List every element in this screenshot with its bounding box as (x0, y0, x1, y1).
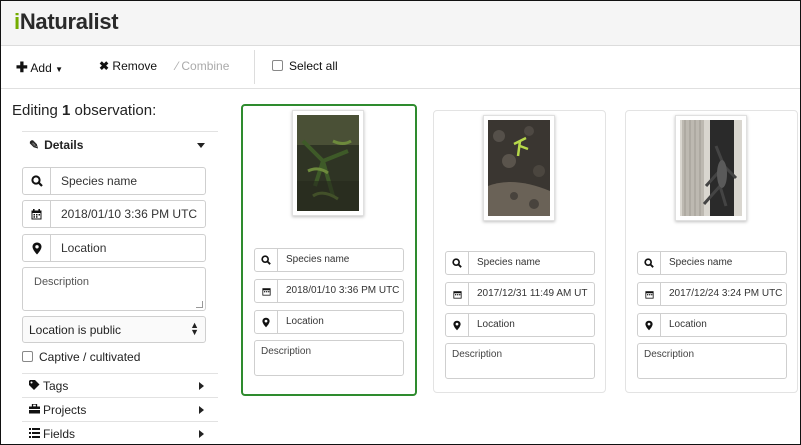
select-arrows-icon: ▲ ▼ (190, 320, 199, 337)
search-icon (255, 249, 278, 271)
details-section-toggle[interactable]: ✎ Details (29, 138, 83, 152)
search-icon (23, 168, 51, 194)
calendar-icon (23, 201, 51, 227)
map-marker-icon (446, 314, 469, 336)
tag-icon (29, 379, 43, 393)
chevron-right-icon[interactable] (199, 382, 204, 390)
description-textarea[interactable]: Description (254, 340, 404, 376)
combine-button[interactable]: ⁄ Combine (176, 59, 229, 73)
editing-heading: Editing 1 observation: (12, 102, 157, 119)
top-bar: iNaturalist (1, 1, 800, 46)
divider (22, 397, 218, 398)
select-all-checkbox[interactable]: Select all (272, 59, 338, 73)
date-input[interactable]: 2017/12/31 11:49 AM UT (445, 282, 595, 306)
observation-photo[interactable] (292, 110, 364, 216)
caret-down-icon: ▼ (55, 65, 64, 74)
species-name-input[interactable]: Species name (22, 167, 206, 195)
divider (22, 421, 218, 422)
toolbar: ✚ Add ▼ ✖ Remove ⁄ Combine Select all (1, 46, 800, 89)
date-input[interactable]: 2017/12/24 3:24 PM UTC (637, 282, 787, 306)
calendar-icon (638, 283, 661, 305)
description-textarea[interactable]: Description (445, 343, 595, 379)
projects-section-toggle[interactable]: Projects (29, 403, 86, 417)
captive-checkbox[interactable]: Captive / cultivated (22, 350, 140, 364)
map-marker-icon (638, 314, 661, 336)
chevron-right-icon[interactable] (199, 406, 204, 414)
species-name-input[interactable]: Species name (637, 251, 787, 275)
location-input[interactable]: Location (445, 313, 595, 337)
observation-card[interactable]: Species name 2018/01/10 3:36 PM UTC Loca… (241, 104, 417, 396)
pencil-icon: ✎ (29, 138, 40, 152)
checkbox-box[interactable] (272, 60, 283, 71)
list-icon (29, 427, 43, 441)
wand-icon: ⁄ (176, 59, 179, 73)
plus-icon: ✚ (16, 59, 28, 75)
date-input[interactable]: 2018/01/10 3:36 PM UTC (254, 279, 404, 303)
calendar-icon (255, 280, 278, 302)
search-icon (446, 252, 469, 274)
location-input[interactable]: Location (637, 313, 787, 337)
close-icon: ✖ (99, 59, 110, 73)
chevron-down-icon[interactable] (197, 143, 205, 148)
app-window: iNaturalist ✚ Add ▼ ✖ Remove ⁄ Combine S… (0, 0, 801, 445)
observation-card[interactable]: Species name 2017/12/24 3:24 PM UTC Loca… (625, 110, 798, 393)
toolbar-divider (254, 50, 255, 84)
observation-photo[interactable] (675, 115, 747, 221)
location-input[interactable]: Location (254, 310, 404, 334)
remove-button[interactable]: ✖ Remove (99, 59, 157, 73)
location-input[interactable]: Location (22, 234, 206, 262)
divider (22, 373, 218, 374)
tags-section-toggle[interactable]: Tags (29, 379, 68, 393)
species-name-input[interactable]: Species name (254, 248, 404, 272)
resize-handle-icon[interactable] (196, 301, 203, 308)
fields-section-toggle[interactable]: Fields (29, 427, 75, 441)
description-textarea[interactable]: Description (637, 343, 787, 379)
briefcase-icon (29, 403, 43, 417)
checkbox-box[interactable] (22, 351, 33, 362)
chevron-right-icon[interactable] (199, 430, 204, 438)
add-button[interactable]: ✚ Add ▼ (16, 59, 63, 76)
observation-card[interactable]: Species name 2017/12/31 11:49 AM UT Loca… (433, 110, 606, 393)
location-privacy-select[interactable]: Location is public ▲ ▼ (22, 316, 206, 343)
species-name-input[interactable]: Species name (445, 251, 595, 275)
map-marker-icon (23, 235, 51, 261)
inaturalist-logo[interactable]: iNaturalist (14, 9, 119, 35)
observation-photo[interactable] (483, 115, 555, 221)
map-marker-icon (255, 311, 278, 333)
date-input[interactable]: 2018/01/10 3:36 PM UTC (22, 200, 206, 228)
divider (22, 131, 218, 132)
calendar-icon (446, 283, 469, 305)
search-icon (638, 252, 661, 274)
description-textarea[interactable]: Description (22, 267, 206, 311)
